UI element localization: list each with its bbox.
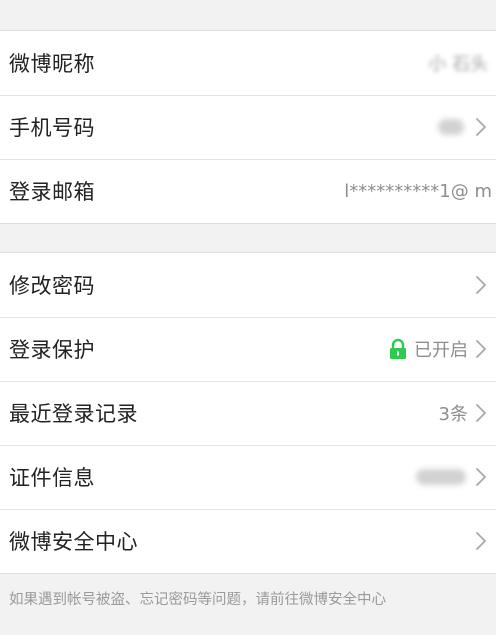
login-protection-label: 登录保护 [9,338,95,362]
footer-hint: 如果遇到帐号被盗、忘记密码等问题，请前往微博安全中心 [9,592,386,608]
email-row[interactable]: 登录邮箱 l**********1@ m [0,159,496,223]
weibo-security-center-row[interactable]: 微博安全中心 [0,509,496,573]
nickname-label: 微博昵称 [9,52,95,76]
recent-login-label: 最近登录记录 [9,402,138,426]
phone-right [438,116,496,138]
change-password-right [468,274,496,296]
chevron-right-icon [470,274,492,296]
phone-masked-blob [438,119,464,135]
chevron-right-icon [470,466,492,488]
recent-login-row[interactable]: 最近登录记录 3条 [0,381,496,445]
security-group: 修改密码 登录保护 已开启 最近登录记录 3条 证件信息 微博安全中心 [0,252,496,574]
id-info-right [416,466,496,488]
login-protection-right: 已开启 [388,336,496,362]
account-info-group: 微博昵称 小 石头 手机号码 登录邮箱 l**********1@ m [0,30,496,224]
phone-row[interactable]: 手机号码 [0,95,496,159]
weibo-security-center-label: 微博安全中心 [9,530,138,554]
id-info-row[interactable]: 证件信息 [0,445,496,509]
recent-login-value: 3条 [438,404,468,425]
nickname-value: 小 石头 [428,54,488,75]
chevron-right-icon [470,402,492,424]
account-security-screen: 微博昵称 小 石头 手机号码 登录邮箱 l**********1@ m 修改密码… [0,0,496,635]
chevron-right-icon [470,338,492,360]
login-protection-value: 已开启 [414,340,468,361]
lock-icon [388,338,408,360]
email-label: 登录邮箱 [9,180,95,204]
change-password-row[interactable]: 修改密码 [0,253,496,317]
email-value: l**********1@ m [344,180,492,202]
login-protection-row[interactable]: 登录保护 已开启 [0,317,496,381]
recent-login-right: 3条 [439,400,496,426]
email-right: l**********1@ m [344,181,496,202]
weibo-security-center-right [468,530,496,552]
chevron-right-icon [470,116,492,138]
id-info-label: 证件信息 [9,466,95,490]
change-password-label: 修改密码 [9,274,95,298]
section-gap [0,224,496,252]
top-spacer [0,0,496,30]
chevron-right-icon [470,530,492,552]
phone-label: 手机号码 [9,116,95,140]
id-info-masked-blob [416,469,466,485]
nickname-row[interactable]: 微博昵称 小 石头 [0,31,496,95]
nickname-right: 小 石头 [428,50,496,76]
